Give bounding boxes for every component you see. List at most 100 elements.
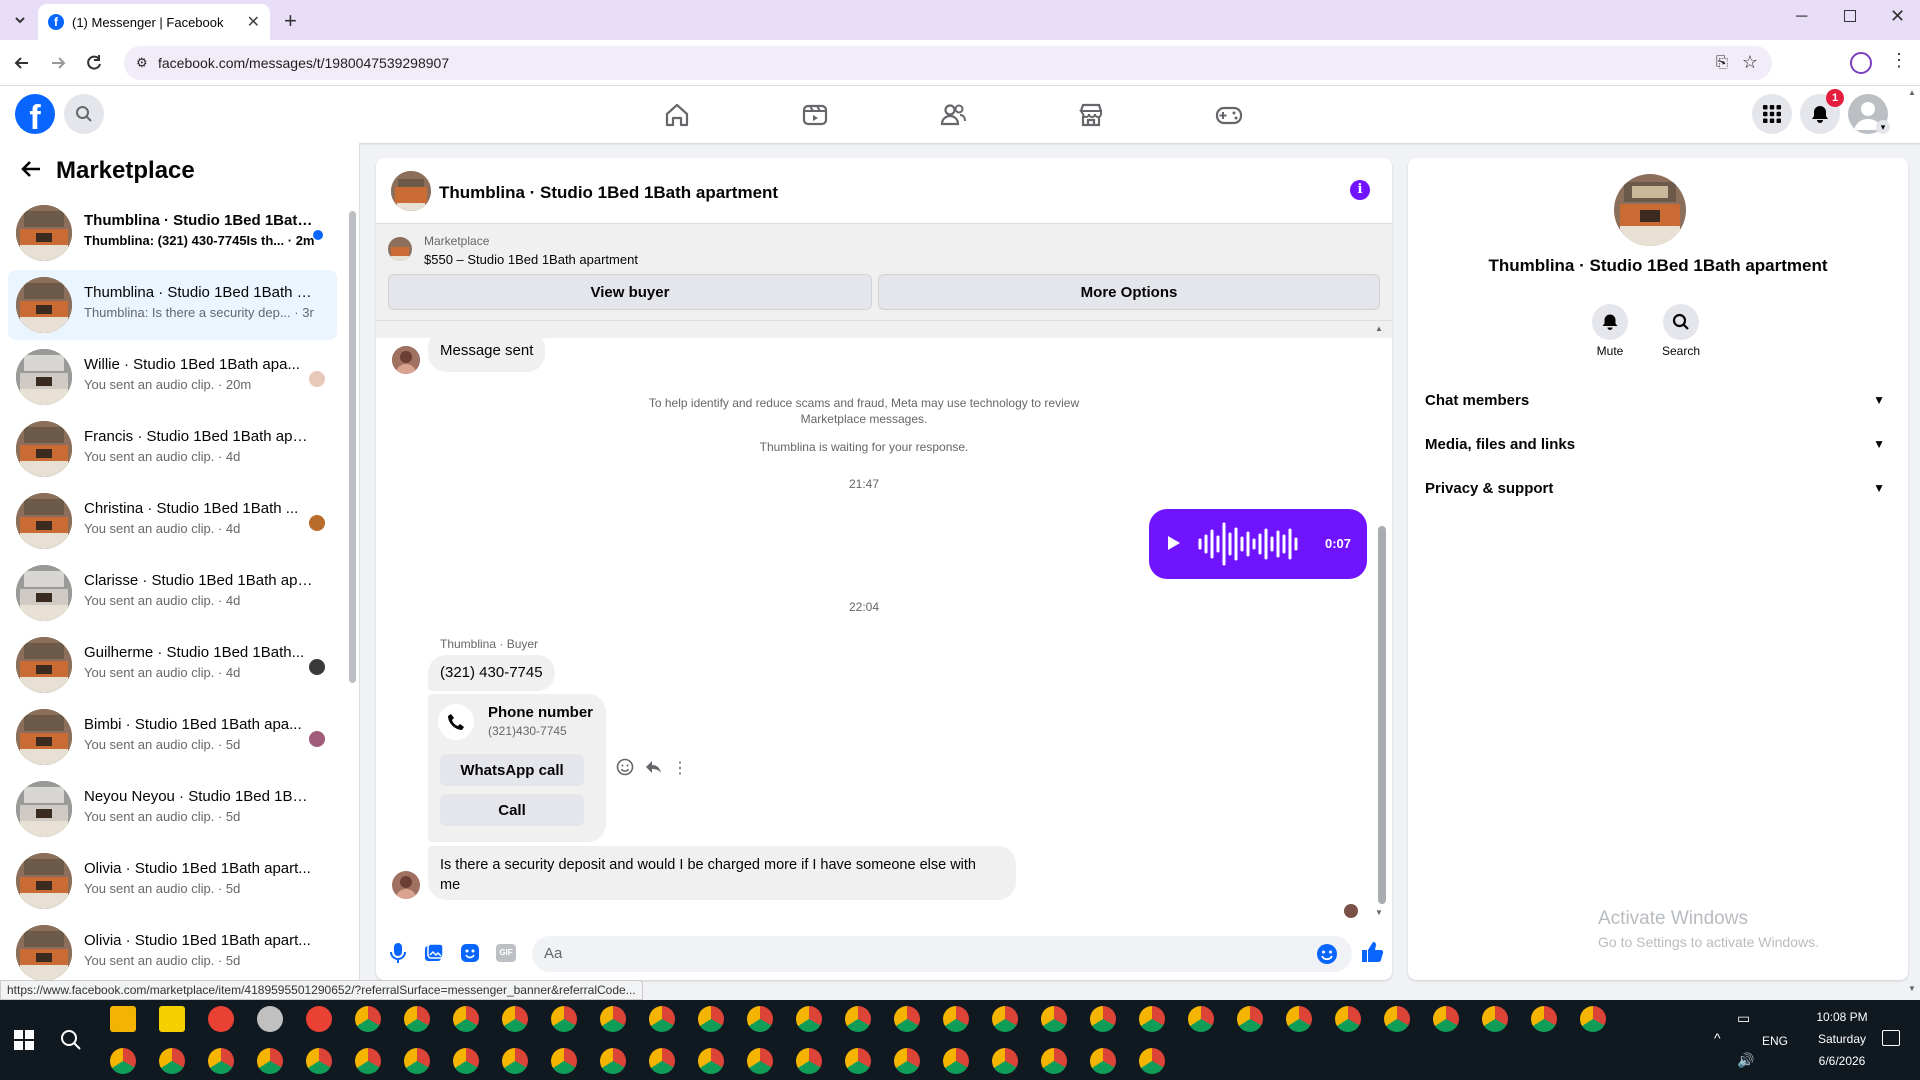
view-buyer-button[interactable]: View buyer [388,274,872,310]
chrome-icon[interactable] [306,1006,332,1032]
conversation-item[interactable]: Guilherme · Studio 1Bed 1Bath... You sent… [8,630,337,700]
chrome-icon[interactable] [1384,1006,1410,1032]
chrome-icon[interactable] [551,1048,577,1074]
message-bubble[interactable]: Is there a security deposit and would I … [428,846,1016,900]
chrome-icon[interactable] [1090,1006,1116,1032]
chrome-icon[interactable] [747,1006,773,1032]
emoji-icon[interactable] [1316,943,1338,965]
conversation-item[interactable]: Neyou Neyou · Studio 1Bed 1Bat... You sen… [8,774,337,844]
install-app-icon[interactable]: ⎘ [1716,54,1728,71]
conversation-item[interactable]: Francis · Studio 1Bed 1Bath apart... You … [8,414,337,484]
chrome-icon[interactable] [257,1048,283,1074]
back-arrow-icon[interactable] [20,158,42,180]
conversation-item[interactable]: Olivia · Studio 1Bed 1Bath apart... You s… [8,918,337,988]
close-window-button[interactable]: ✕ [1890,6,1905,27]
site-info-icon[interactable]: ⚙ [136,55,148,71]
conversation-item[interactable]: Olivia · Studio 1Bed 1Bath apart... You s… [8,846,337,916]
conversation-item[interactable]: Willie · Studio 1Bed 1Bath apa... You sen… [8,342,337,412]
microphone-icon[interactable] [388,942,408,964]
chrome-icon[interactable] [453,1048,479,1074]
chrome-icon[interactable] [257,1006,283,1032]
page-scroll-down-icon[interactable]: ▼ [1908,984,1916,993]
video-icon[interactable] [800,100,830,130]
conversation-item[interactable]: Christina · Studio 1Bed 1Bath ... You sen… [8,486,337,556]
chrome-icon[interactable] [649,1006,675,1032]
chrome-icon[interactable] [1139,1006,1165,1032]
chrome-icon[interactable] [355,1006,381,1032]
chrome-icon[interactable] [404,1048,430,1074]
menu-grid-button[interactable] [1752,94,1792,134]
chrome-icon[interactable] [1335,1006,1361,1032]
browser-tab[interactable]: f (1) Messenger | Facebook ✕ [38,4,270,40]
profile-icon[interactable] [1850,52,1872,74]
marketplace-icon[interactable] [1076,100,1106,130]
play-icon[interactable] [1167,535,1181,551]
chrome-icon[interactable] [453,1006,479,1032]
chrome-icon[interactable] [796,1048,822,1074]
call-button[interactable]: Call [440,794,584,826]
chrome-icon[interactable] [796,1006,822,1032]
page-scroll-up-icon[interactable]: ▲ [1908,88,1916,97]
chrome-icon[interactable] [698,1048,724,1074]
action-center-icon[interactable] [1882,1030,1900,1046]
media-files-links-section[interactable]: Media, files and links ▼ [1425,424,1885,464]
more-options-button[interactable]: More Options [878,274,1380,310]
minimize-button[interactable]: ─ [1796,8,1807,26]
conversation-info-icon[interactable]: i [1350,180,1370,200]
chrome-icon[interactable] [1041,1006,1067,1032]
chrome-icon[interactable] [698,1006,724,1032]
chrome-icon[interactable] [845,1048,871,1074]
banner-listing[interactable]: $550 – Studio 1Bed 1Bath apartment [424,252,638,267]
chrome-icon[interactable] [649,1048,675,1074]
network-icon[interactable]: ▭ [1737,1010,1750,1027]
chrome-icon[interactable] [404,1006,430,1032]
gif-icon[interactable]: GIF [496,944,516,962]
chrome-icon[interactable] [502,1006,528,1032]
whatsapp-call-button[interactable]: WhatsApp call [440,754,584,786]
tab-close-icon[interactable]: ✕ [247,12,260,32]
chrome-icon[interactable] [600,1048,626,1074]
sticky-notes-icon[interactable] [159,1006,185,1032]
chrome-icon[interactable] [1580,1006,1606,1032]
chrome-icon[interactable] [1286,1006,1312,1032]
chrome-icon[interactable] [943,1048,969,1074]
thumbs-up-icon[interactable] [1360,940,1384,964]
conversation-item[interactable]: Clarisse · Studio 1Bed 1Bath apar... You … [8,558,337,628]
chrome-icon[interactable] [1090,1048,1116,1074]
gaming-icon[interactable] [1214,100,1244,130]
sidebar-scrollbar[interactable] [349,211,356,683]
phone-message-bubble[interactable]: (321) 430-7745 [428,655,555,691]
chrome-icon[interactable] [1433,1006,1459,1032]
search-button[interactable] [64,94,104,134]
chrome-icon[interactable] [1531,1006,1557,1032]
conversation-item[interactable]: Bimbi · Studio 1Bed 1Bath apa... You sent… [8,702,337,772]
tab-list-dropdown-icon[interactable] [10,10,30,30]
listing-avatar[interactable] [1614,174,1686,246]
sender-avatar[interactable] [392,346,420,374]
chrome-icon[interactable] [600,1006,626,1032]
chrome-icon[interactable] [1482,1006,1508,1032]
bookmark-star-icon[interactable]: ☆ [1742,52,1758,73]
browser-menu-icon[interactable]: ⋮ [1890,50,1908,71]
chrome-icon[interactable] [551,1006,577,1032]
chrome-icon[interactable] [1188,1006,1214,1032]
chrome-icon[interactable] [992,1048,1018,1074]
chat-members-section[interactable]: Chat members ▼ [1425,380,1885,420]
chat-title[interactable]: Thumblina · Studio 1Bed 1Bath apartment [439,183,778,203]
forward-icon[interactable] [48,53,68,73]
chrome-icon[interactable] [894,1006,920,1032]
clock-time[interactable]: 10:08 PM [1806,1010,1878,1024]
more-actions-icon[interactable]: ⋮ [672,758,688,778]
chrome-icon[interactable] [502,1048,528,1074]
chat-header-avatar[interactable] [391,171,431,211]
chrome-icon[interactable] [208,1006,234,1032]
chrome-icon[interactable] [992,1006,1018,1032]
friends-icon[interactable] [938,100,968,130]
sender-avatar[interactable] [392,871,420,899]
clock-day[interactable]: Saturday [1806,1032,1878,1046]
chrome-icon[interactable] [1041,1048,1067,1074]
reload-icon[interactable] [84,53,104,73]
file-explorer-icon[interactable] [110,1006,136,1032]
reply-icon[interactable] [644,758,662,776]
volume-icon[interactable]: 🔊 [1737,1052,1754,1069]
